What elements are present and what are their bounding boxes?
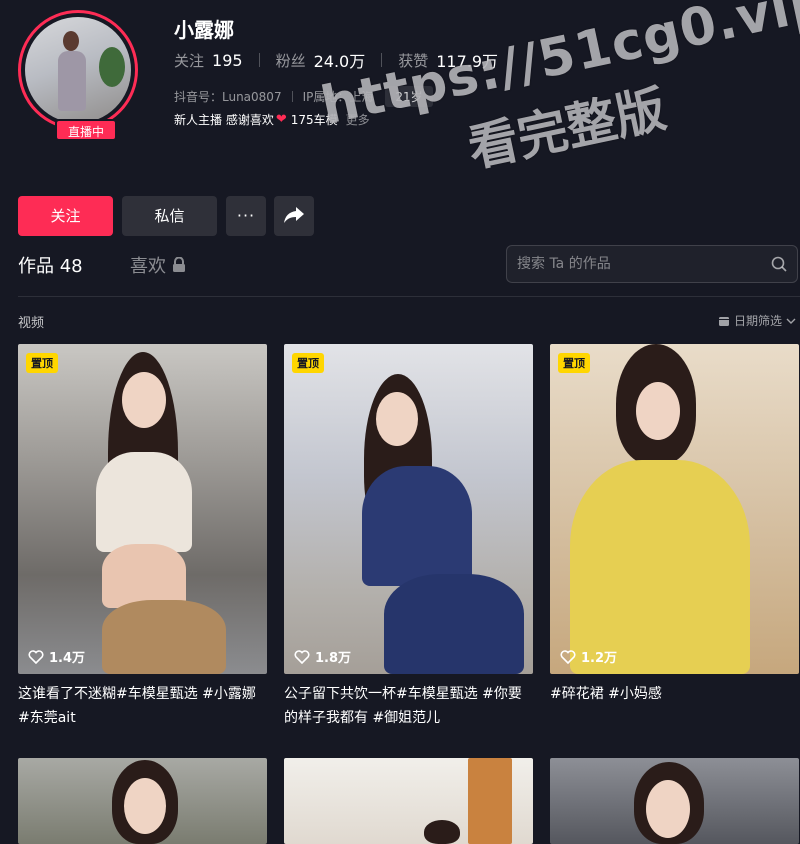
avatar-image xyxy=(25,17,131,123)
profile-avatar[interactable]: 直播中 xyxy=(18,10,138,141)
pinned-badge: 置顶 xyxy=(558,353,590,373)
video-thumbnail[interactable] xyxy=(284,758,533,844)
video-caption[interactable]: 这谁看了不迷糊#车模星甄选 #小露娜 #东莞ait xyxy=(18,682,267,730)
video-thumbnail[interactable]: 置顶 1.8万 xyxy=(284,344,533,674)
pinned-badge: 置顶 xyxy=(292,353,324,373)
heart-outline-icon xyxy=(560,649,576,664)
video-card[interactable]: 置顶 1.4万 这谁看了不迷糊#车模星甄选 #小露娜 #东莞ait xyxy=(18,344,267,730)
followers-count[interactable]: 24.0万 xyxy=(314,48,366,72)
followers-label: 粉丝 xyxy=(275,51,306,70)
bio-text: 新人主播 感谢喜欢 xyxy=(174,113,274,127)
message-button[interactable]: 私信 xyxy=(122,196,217,236)
live-badge[interactable]: 直播中 xyxy=(55,119,117,141)
bio-text-suffix: 175车模 xyxy=(290,113,338,127)
video-thumbnail[interactable]: 置顶 1.2万 xyxy=(550,344,799,674)
tab-likes[interactable]: 喜欢 xyxy=(130,252,186,278)
video-likes: 1.8万 xyxy=(294,647,351,666)
following-label: 关注 xyxy=(174,51,205,70)
video-card[interactable] xyxy=(284,758,533,844)
video-thumbnail[interactable] xyxy=(18,758,267,844)
share-icon xyxy=(284,207,304,223)
video-card[interactable] xyxy=(18,758,267,844)
video-likes: 1.4万 xyxy=(28,647,85,666)
video-likes: 1.2万 xyxy=(560,647,617,666)
following-count[interactable]: 195 xyxy=(212,51,243,70)
pinned-badge: 置顶 xyxy=(26,353,58,373)
profile-bio: 新人主播 感谢喜欢 ❤ 175车模 更多 xyxy=(174,111,370,128)
video-likes-count: 1.8万 xyxy=(315,651,352,666)
date-filter-button[interactable]: 日期筛选 xyxy=(718,312,796,329)
search-input[interactable]: 搜索 Ta 的作品 xyxy=(506,245,798,283)
search-placeholder: 搜索 Ta 的作品 xyxy=(517,256,611,272)
video-caption[interactable]: 公子留下共饮一杯#车模星甄选 #你要的样子我都有 #御姐范儿 xyxy=(284,682,533,730)
date-filter-label: 日期筛选 xyxy=(733,314,782,328)
heart-outline-icon xyxy=(294,649,310,664)
tab-works-label: 作品 xyxy=(18,256,54,277)
tab-works-count: 48 xyxy=(59,256,83,277)
share-button[interactable] xyxy=(274,196,314,236)
likes-label: 获赞 xyxy=(398,51,429,70)
search-icon[interactable] xyxy=(771,256,787,272)
video-card[interactable]: 置顶 1.8万 公子留下共饮一杯#车模星甄选 #你要的样子我都有 #御姐范儿 xyxy=(284,344,533,730)
age-badge: 21岁 xyxy=(385,86,433,107)
likes-count: 117.9万 xyxy=(436,52,499,71)
video-card[interactable] xyxy=(550,758,799,844)
video-likes-count: 1.2万 xyxy=(581,651,618,666)
video-thumbnail[interactable] xyxy=(550,758,799,844)
video-thumbnail[interactable]: 置顶 1.4万 xyxy=(18,344,267,674)
bio-more-link[interactable]: 更多 xyxy=(346,111,370,128)
section-title: 视频 xyxy=(18,316,45,331)
ip-location: IP属地：上海 xyxy=(302,90,374,104)
lock-icon xyxy=(173,257,185,272)
follow-button[interactable]: 关注 xyxy=(18,196,113,236)
chevron-down-icon xyxy=(786,318,796,324)
video-likes-count: 1.4万 xyxy=(49,651,86,666)
more-options-button[interactable]: ··· xyxy=(226,196,266,236)
profile-stats: 关注 195 粉丝 24.0万 获赞 117.9万 xyxy=(174,48,498,72)
heart-outline-icon xyxy=(28,649,44,664)
video-card[interactable]: 置顶 1.2万 #碎花裙 #小妈感 xyxy=(550,344,799,706)
heart-icon: ❤ xyxy=(275,112,287,127)
profile-meta: 抖音号：Luna0807 IP属地：上海 21岁 xyxy=(174,86,433,107)
tab-works[interactable]: 作品 48 xyxy=(18,252,83,278)
douyin-id: 抖音号：Luna0807 xyxy=(174,90,282,104)
tabs-divider xyxy=(18,296,800,297)
username: 小露娜 xyxy=(174,18,234,42)
tab-likes-label: 喜欢 xyxy=(130,256,166,277)
calendar-icon xyxy=(718,316,729,326)
video-caption[interactable]: #碎花裙 #小妈感 xyxy=(550,682,799,706)
